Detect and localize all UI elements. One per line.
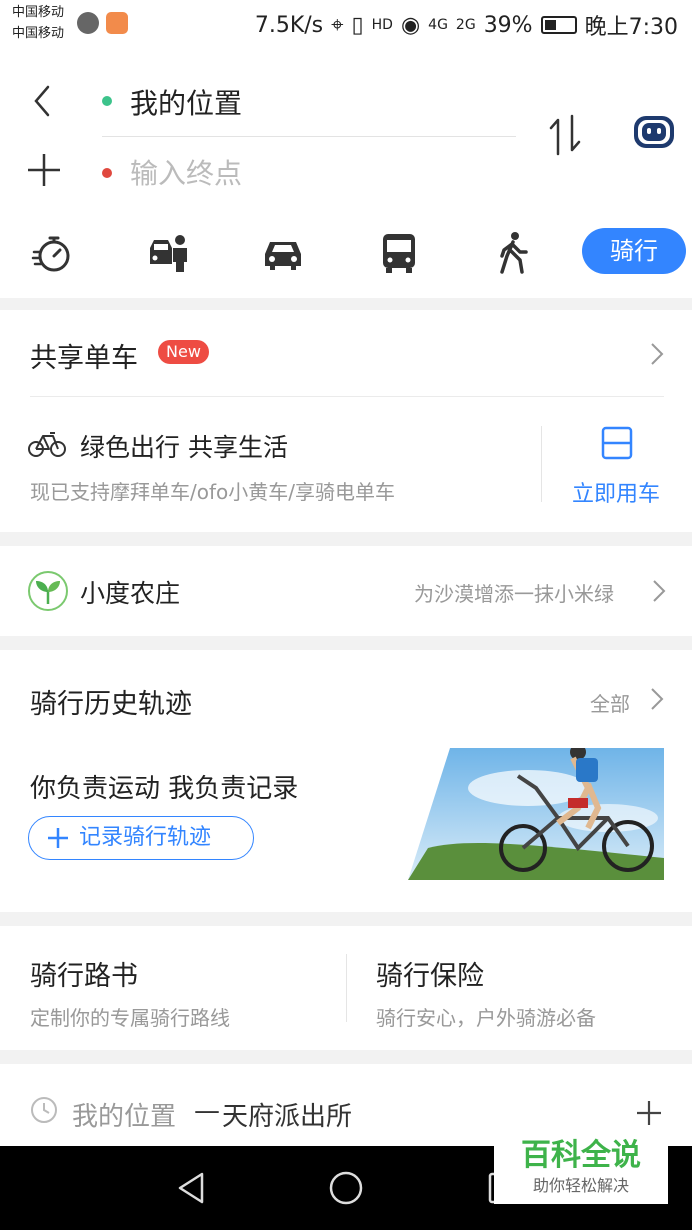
history-slogan: 你负责运动 我负责记录 — [30, 774, 299, 804]
share-support-text: 现已支持摩拜单车/ofo小黄车/享骑电单车 — [30, 480, 395, 504]
network-4g: 4G — [428, 17, 448, 33]
home-circle-icon[interactable] — [326, 1168, 366, 1208]
plus-icon — [48, 828, 68, 848]
status-bar: 中国移动 中国移动 7.5K/s ⌖ ▯ HD ◉ 4G 2G 39% 晚上7:… — [0, 0, 692, 48]
carrier-1: 中国移动 — [12, 5, 65, 20]
cyclist-hero-image — [408, 748, 664, 880]
plus-icon[interactable] — [636, 1100, 662, 1126]
assistant-robot-icon[interactable] — [632, 114, 676, 150]
features-card: 骑行路书 定制你的专属骑行路线 骑行保险 骑行安心，户外骑游必备 — [0, 926, 692, 1050]
history-title: 骑行历史轨迹 — [30, 689, 192, 720]
status-indicators: 7.5K/s ⌖ ▯ HD ◉ 4G 2G 39% 晚上7:30 — [255, 9, 678, 41]
recent-origin: 我的位置 — [72, 1102, 177, 1132]
network-speed: 7.5K/s — [254, 12, 324, 38]
share-slogan: 绿色出行 共享生活 — [80, 433, 288, 462]
record-track-button[interactable]: 记录骑行轨迹 — [28, 816, 254, 860]
travel-mode-bar: 骑行 — [0, 224, 692, 280]
divider — [30, 396, 664, 397]
back-arrow-icon[interactable] — [28, 84, 56, 118]
video-app-notification-icon — [106, 12, 128, 34]
timer-icon[interactable] — [30, 230, 76, 276]
farm-hint: 为沙漠增添一抹小米绿 — [414, 582, 614, 606]
back-triangle-icon[interactable] — [172, 1168, 212, 1208]
vibrate-icon: ▯ — [351, 12, 364, 38]
scan-unlock-icon[interactable] — [601, 426, 633, 460]
wechat-notification-icon — [77, 12, 99, 34]
clock-icon — [31, 1097, 57, 1123]
history-all-link[interactable]: 全部 — [590, 688, 630, 717]
vertical-divider — [541, 426, 542, 502]
battery-icon — [540, 16, 577, 34]
swap-icon[interactable] — [546, 114, 584, 156]
insurance-title[interactable]: 骑行保险 — [376, 954, 484, 993]
network-2g: 2G — [455, 17, 476, 33]
tab-cycling[interactable]: 骑行 — [582, 228, 686, 274]
shared-bike-title[interactable]: 共享单车 — [30, 336, 138, 375]
new-badge: New — [158, 340, 209, 364]
recent-separator: — — [194, 1096, 220, 1126]
cycling-history-card: 骑行历史轨迹 全部 你负责运动 我负责记录 记录骑行轨迹 — [0, 650, 692, 912]
origin-dot — [102, 96, 112, 106]
add-waypoint-icon[interactable] — [26, 152, 62, 188]
chevron-right-icon[interactable] — [650, 687, 664, 711]
location-icon: ⌖ — [331, 12, 344, 38]
carrier-2: 中国移动 — [12, 26, 65, 41]
farm-card[interactable]: 小度农庄 为沙漠增添一抹小米绿 — [0, 546, 692, 636]
battery-percent: 39% — [483, 12, 533, 38]
watermark-title: 百科全说 — [521, 1138, 641, 1173]
watermark: 百科全说 助你轻松解决 — [494, 1134, 668, 1204]
sprout-icon — [28, 571, 68, 611]
origin-input[interactable]: 我的位置 — [130, 82, 242, 122]
clock: 晚上7:30 — [584, 15, 678, 40]
watermark-subtitle: 助你轻松解决 — [532, 1176, 629, 1195]
record-track-label: 记录骑行轨迹 — [79, 825, 212, 850]
input-divider — [102, 136, 516, 137]
route-book-title[interactable]: 骑行路书 — [30, 954, 138, 993]
eye-icon: ◉ — [400, 12, 421, 38]
vertical-divider — [346, 954, 347, 1022]
route-header: 我的位置 输入终点 骑行 — [0, 48, 692, 298]
chevron-right-icon[interactable] — [652, 579, 666, 603]
use-bike-now-button[interactable]: 立即用车 — [572, 476, 660, 508]
chevron-right-icon[interactable] — [650, 342, 664, 366]
taxi-icon[interactable] — [144, 230, 190, 276]
bus-icon[interactable] — [376, 230, 422, 276]
route-book-subtitle: 定制你的专属骑行路线 — [30, 1006, 230, 1030]
recent-destination: 天府派出所 — [222, 1102, 353, 1132]
insurance-subtitle: 骑行安心，户外骑游必备 — [376, 1006, 596, 1030]
destination-dot — [102, 168, 112, 178]
hd-icon: HD — [371, 17, 393, 33]
farm-title: 小度农庄 — [80, 579, 181, 608]
destination-input[interactable]: 输入终点 — [130, 152, 242, 192]
walk-icon[interactable] — [490, 230, 536, 276]
bicycle-icon — [28, 432, 66, 457]
car-icon[interactable] — [260, 230, 306, 276]
shared-bike-card: 共享单车 New 绿色出行 共享生活 现已支持摩拜单车/ofo小黄车/享骑电单车… — [0, 310, 692, 532]
